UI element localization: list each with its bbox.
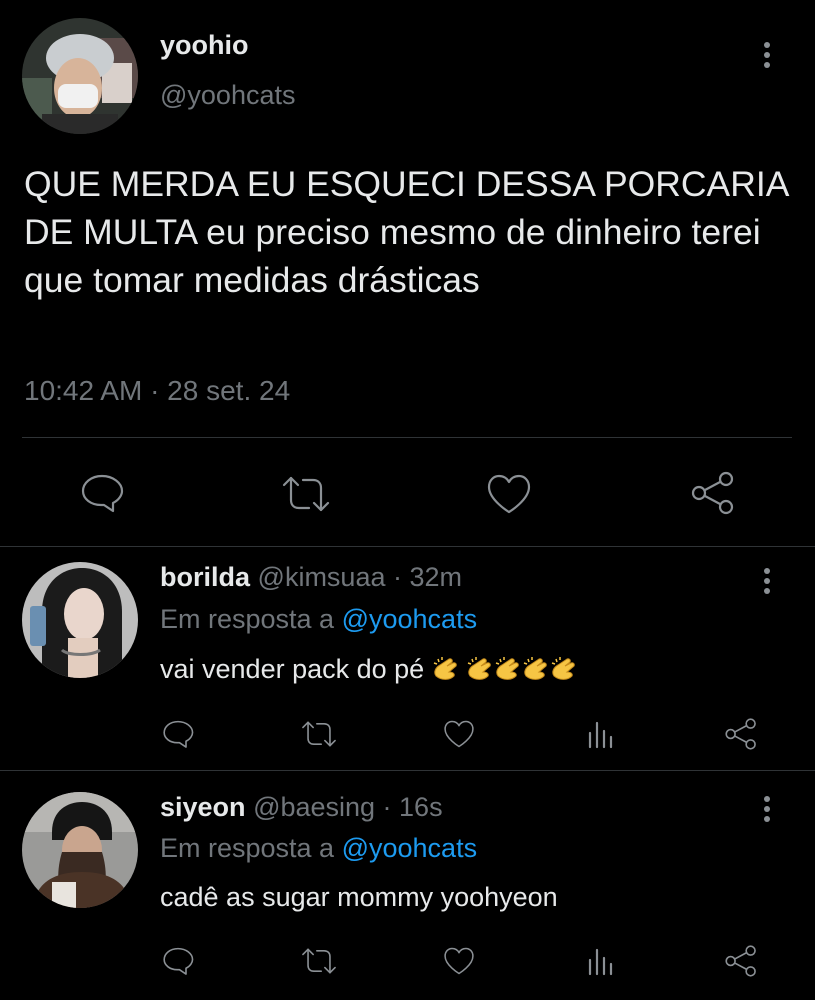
more-options-icon[interactable] (764, 568, 770, 594)
clapping-hands-emoji (548, 654, 576, 684)
retweet-icon[interactable] (280, 475, 332, 513)
avatar-image (22, 18, 138, 134)
analytics-icon[interactable] (586, 719, 614, 749)
divider (22, 437, 792, 438)
analytics-icon[interactable] (586, 946, 614, 976)
main-handle[interactable]: @yoohcats (160, 80, 295, 111)
divider (0, 770, 815, 771)
reply-icon[interactable] (162, 719, 194, 749)
reply-to-link[interactable]: @yoohcats (342, 604, 477, 634)
main-tweet-text: QUE MERDA EU ESQUECI DESSA PORCARIA DE M… (24, 164, 788, 300)
more-options-icon[interactable] (764, 796, 770, 822)
like-icon[interactable] (443, 946, 475, 976)
reply-icon[interactable] (162, 946, 194, 976)
reply-display-name[interactable]: borilda (160, 562, 250, 592)
reply-context: Em resposta a @yoohcats (160, 833, 477, 864)
reply-text-line: vai vender pack do pé (160, 654, 576, 685)
avatar-reply-siyeon[interactable] (22, 792, 138, 908)
like-icon[interactable] (486, 473, 532, 515)
more-options-icon[interactable] (764, 42, 770, 68)
retweet-icon[interactable] (300, 720, 338, 748)
like-icon[interactable] (443, 719, 475, 749)
retweet-icon[interactable] (300, 947, 338, 975)
avatar-main[interactable] (22, 18, 138, 134)
avatar-image (22, 792, 138, 908)
reply-header: siyeon @baesing · 16s (160, 792, 443, 823)
reply-text: vai vender pack do pé (160, 654, 425, 684)
reply-prefix: Em resposta a (160, 833, 335, 863)
reply-context: Em resposta a @yoohcats (160, 604, 477, 635)
share-icon[interactable] (724, 717, 758, 751)
reply-handle-time[interactable]: @baesing · 16s (253, 792, 443, 822)
clapping-hands-emoji (424, 654, 458, 684)
avatar-reply-borilda[interactable] (22, 562, 138, 678)
divider (0, 546, 815, 547)
reply-text: cadê as sugar mommy yoohyeon (160, 882, 558, 912)
main-timestamp[interactable]: 10:42 AM · 28 set. 24 (24, 375, 290, 407)
share-icon[interactable] (690, 470, 736, 516)
reply-prefix: Em resposta a (160, 604, 335, 634)
reply-display-name[interactable]: siyeon (160, 792, 246, 822)
reply-icon[interactable] (80, 473, 124, 513)
reply-header: borilda @kimsuaa · 32m (160, 562, 462, 593)
clapping-hands-emoji (458, 654, 492, 684)
clapping-hands-emoji (520, 654, 548, 684)
main-display-name[interactable]: yoohio (160, 30, 249, 61)
reply-to-link[interactable]: @yoohcats (342, 833, 477, 863)
avatar-image (22, 562, 138, 678)
clapping-hands-emoji (492, 654, 520, 684)
share-icon[interactable] (724, 944, 758, 978)
reply-handle-time[interactable]: @kimsuaa · 32m (258, 562, 462, 592)
